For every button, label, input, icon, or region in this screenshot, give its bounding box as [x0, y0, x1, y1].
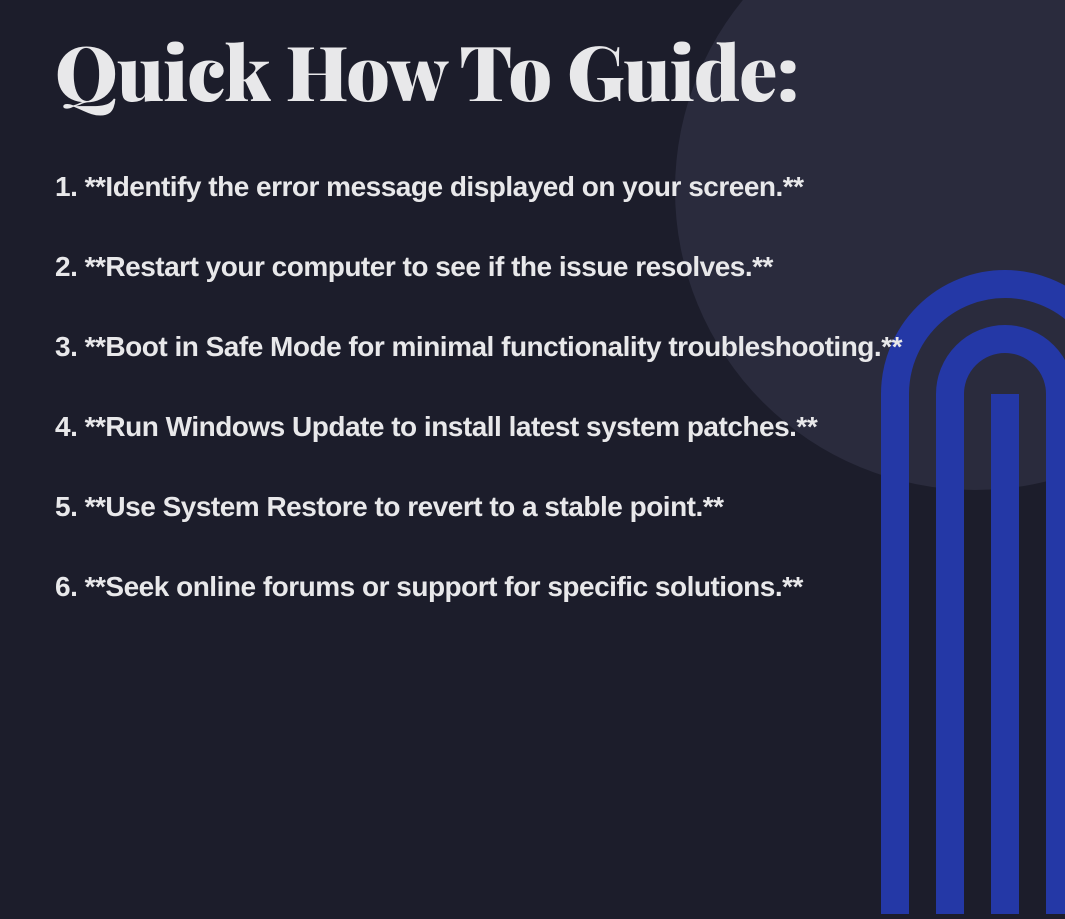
page-title: Quick How To Guide:	[55, 20, 1010, 121]
step-item: 3. **Boot in Safe Mode for minimal funct…	[55, 331, 1010, 363]
step-item: 6. **Seek online forums or support for s…	[55, 571, 1010, 603]
content-area: Quick How To Guide: 1. **Identify the er…	[0, 0, 1065, 623]
step-item: 2. **Restart your computer to see if the…	[55, 251, 1010, 283]
steps-list: 1. **Identify the error message displaye…	[55, 171, 1010, 603]
step-item: 4. **Run Windows Update to install lates…	[55, 411, 1010, 443]
step-item: 1. **Identify the error message displaye…	[55, 171, 1010, 203]
step-item: 5. **Use System Restore to revert to a s…	[55, 491, 1010, 523]
